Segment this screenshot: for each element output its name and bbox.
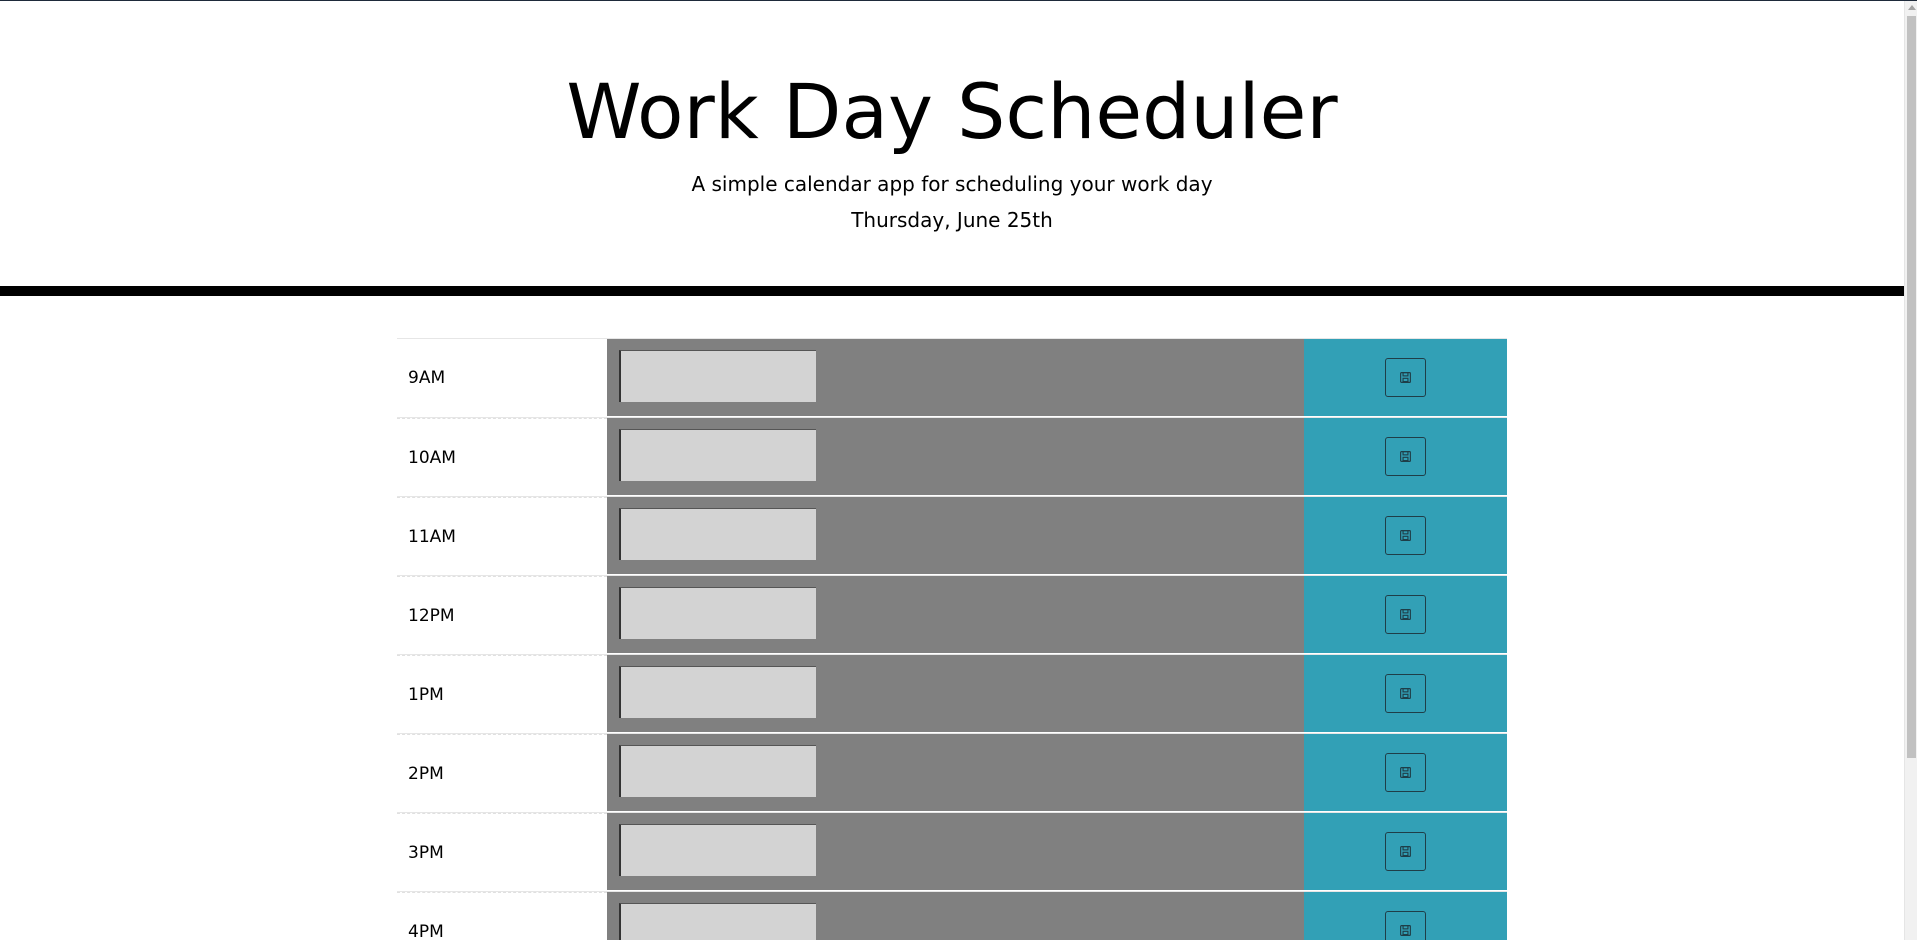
page-lead: A simple calendar app for scheduling you… [691,172,1213,196]
hour-label: 9AM [408,368,446,388]
hour-label: 10AM [397,418,607,496]
hour-label: 4PM [397,892,607,940]
save-cell [1304,655,1507,733]
save-button[interactable] [1385,911,1426,940]
save-icon [1399,924,1412,937]
hour-label: 3PM [397,813,607,891]
page: Work Day Scheduler A simple calendar app… [0,1,1904,940]
save-button[interactable] [1385,437,1426,476]
save-icon [1399,766,1412,779]
save-button[interactable] [1385,832,1426,871]
event-textarea[interactable] [619,666,816,718]
time-block-row: 10AM [397,417,1507,496]
description-cell [607,418,1304,496]
event-textarea[interactable] [619,587,816,639]
save-icon [1399,371,1412,384]
event-textarea[interactable] [619,745,816,797]
description-cell [607,813,1304,891]
description-cell [607,576,1304,654]
event-textarea[interactable] [619,350,816,402]
schedule-container: 9AM 10AM 11AM 12PM 1PM 2PM 3PM 4PM [397,338,1507,940]
save-icon [1399,608,1412,621]
time-block-row: 3PM [397,812,1507,891]
description-cell [607,655,1304,733]
save-button[interactable] [1385,516,1426,555]
save-cell [1304,892,1507,940]
save-icon [1399,529,1412,542]
scrollbar-thumb[interactable] [1907,16,1916,758]
description-cell [607,892,1304,940]
description-cell [607,497,1304,575]
vertical-scrollbar[interactable] [1904,1,1917,940]
scroll-up-arrow-icon[interactable] [1908,5,1916,10]
time-block-row: 2PM [397,733,1507,812]
page-title: Work Day Scheduler [566,67,1338,156]
save-cell [1304,418,1507,496]
save-cell [1304,497,1507,575]
time-block-row: 11AM [397,496,1507,575]
save-cell [1304,339,1507,417]
event-textarea[interactable] [619,429,816,481]
time-block-row: 9AM [397,338,1507,417]
time-block-row: 4PM [397,891,1507,940]
save-icon [1399,845,1412,858]
hour-label: 1PM [397,655,607,733]
event-textarea[interactable] [619,824,816,876]
description-cell [607,734,1304,812]
save-cell [1304,813,1507,891]
save-cell [1304,734,1507,812]
save-button[interactable] [1385,595,1426,634]
event-textarea[interactable] [619,903,816,940]
time-block-row: 12PM [397,575,1507,654]
current-day: Thursday, June 25th [851,208,1053,232]
save-button[interactable] [1385,358,1426,397]
save-button[interactable] [1385,753,1426,792]
save-button[interactable] [1385,674,1426,713]
hour-label: 12PM [397,576,607,654]
time-block-row: 1PM [397,654,1507,733]
hour-label: 11AM [397,497,607,575]
browser-viewport: Work Day Scheduler A simple calendar app… [0,0,1917,940]
hour-label: 2PM [397,734,607,812]
save-cell [1304,576,1507,654]
event-textarea[interactable] [619,508,816,560]
description-cell [607,339,1304,417]
jumbotron-header: Work Day Scheduler A simple calendar app… [0,1,1904,296]
save-icon [1399,450,1412,463]
save-icon [1399,687,1412,700]
